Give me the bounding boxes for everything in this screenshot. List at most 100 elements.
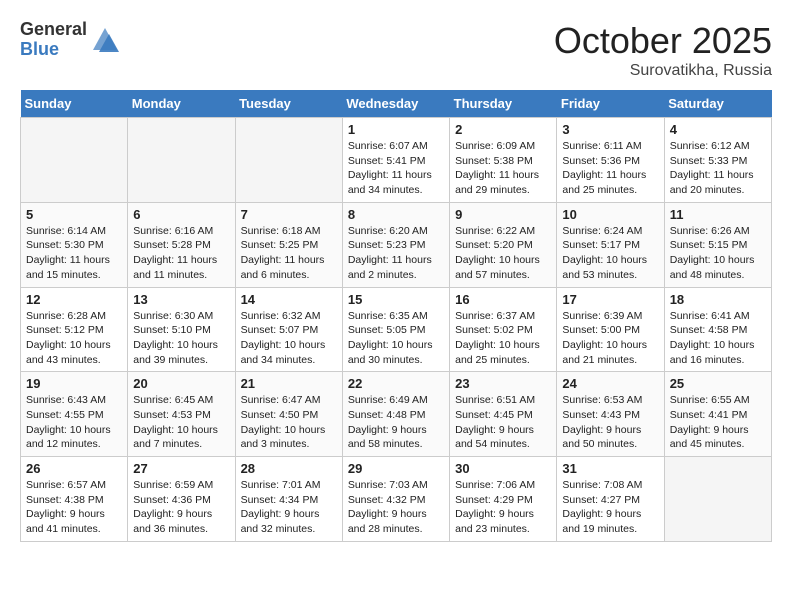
day-info: Sunrise: 6:45 AMSunset: 4:53 PMDaylight:…	[133, 393, 229, 452]
day-info: Sunrise: 6:49 AMSunset: 4:48 PMDaylight:…	[348, 393, 444, 452]
calendar-cell: 21 Sunrise: 6:47 AMSunset: 4:50 PMDayligh…	[235, 372, 342, 457]
calendar-cell: 7 Sunrise: 6:18 AMSunset: 5:25 PMDaylight…	[235, 202, 342, 287]
calendar-week-row: 12Sunrise: 6:28 AMSunset: 5:12 PMDayligh…	[21, 287, 772, 372]
day-number: 15	[348, 292, 444, 307]
weekday-header-sunday: Sunday	[21, 90, 128, 118]
calendar-cell: 8Sunrise: 6:20 AMSunset: 5:23 PMDaylight…	[342, 202, 449, 287]
calendar-cell	[128, 118, 235, 203]
day-info: Sunrise: 6:55 AMSunset: 4:41 PMDaylight:…	[670, 393, 766, 452]
weekday-header-saturday: Saturday	[664, 90, 771, 118]
day-info: Sunrise: 6:26 AMSunset: 5:15 PMDaylight:…	[670, 224, 766, 283]
day-info: Sunrise: 6:32 AMSunset: 5:07 PMDaylight:…	[241, 309, 337, 368]
calendar-cell: 12Sunrise: 6:28 AMSunset: 5:12 PMDayligh…	[21, 287, 128, 372]
day-info: Sunrise: 6:41 AMSunset: 4:58 PMDaylight:…	[670, 309, 766, 368]
weekday-header-friday: Friday	[557, 90, 664, 118]
calendar-cell: 25 Sunrise: 6:55 AMSunset: 4:41 PMDayligh…	[664, 372, 771, 457]
day-number: 25	[670, 376, 766, 391]
weekday-header-wednesday: Wednesday	[342, 90, 449, 118]
calendar-cell: 11Sunrise: 6:26 AMSunset: 5:15 PMDayligh…	[664, 202, 771, 287]
calendar-cell: 31Sunrise: 7:08 AMSunset: 4:27 PMDayligh…	[557, 457, 664, 542]
day-number: 10	[562, 207, 658, 222]
day-number: 3	[562, 122, 658, 137]
logo: General Blue	[20, 20, 119, 60]
calendar-cell: 5 Sunrise: 6:14 AMSunset: 5:30 PMDaylight…	[21, 202, 128, 287]
calendar-cell: 24Sunrise: 6:53 AMSunset: 4:43 PMDayligh…	[557, 372, 664, 457]
month-title: October 2025	[554, 20, 772, 62]
calendar-week-row: 19Sunrise: 6:43 AMSunset: 4:55 PMDayligh…	[21, 372, 772, 457]
calendar-cell: 28 Sunrise: 7:01 AMSunset: 4:34 PMDayligh…	[235, 457, 342, 542]
day-number: 26	[26, 461, 122, 476]
day-info: Sunrise: 6:12 AMSunset: 5:33 PMDaylight:…	[670, 139, 766, 198]
day-info: Sunrise: 6:30 AMSunset: 5:10 PMDaylight:…	[133, 309, 229, 368]
day-info: Sunrise: 6:11 AMSunset: 5:36 PMDaylight:…	[562, 139, 658, 198]
day-info: Sunrise: 6:16 AMSunset: 5:28 PMDaylight:…	[133, 224, 229, 283]
day-number: 16	[455, 292, 551, 307]
calendar-week-row: 1 Sunrise: 6:07 AMSunset: 5:41 PMDaylight…	[21, 118, 772, 203]
day-info: Sunrise: 7:06 AMSunset: 4:29 PMDaylight:…	[455, 478, 551, 537]
calendar-cell	[235, 118, 342, 203]
day-number: 7	[241, 207, 337, 222]
calendar-table: SundayMondayTuesdayWednesdayThursdayFrid…	[20, 90, 772, 542]
calendar-cell: 16Sunrise: 6:37 AMSunset: 5:02 PMDayligh…	[450, 287, 557, 372]
day-number: 1	[348, 122, 444, 137]
day-info: Sunrise: 6:24 AMSunset: 5:17 PMDaylight:…	[562, 224, 658, 283]
day-info: Sunrise: 6:20 AMSunset: 5:23 PMDaylight:…	[348, 224, 444, 283]
calendar-cell: 14 Sunrise: 6:32 AMSunset: 5:07 PMDayligh…	[235, 287, 342, 372]
day-number: 20	[133, 376, 229, 391]
day-number: 2	[455, 122, 551, 137]
calendar-cell: 13 Sunrise: 6:30 AMSunset: 5:10 PMDayligh…	[128, 287, 235, 372]
calendar-cell: 15 Sunrise: 6:35 AMSunset: 5:05 PMDayligh…	[342, 287, 449, 372]
calendar-cell: 2 Sunrise: 6:09 AMSunset: 5:38 PMDaylight…	[450, 118, 557, 203]
logo-general: General	[20, 20, 87, 40]
day-number: 24	[562, 376, 658, 391]
calendar-cell: 22 Sunrise: 6:49 AMSunset: 4:48 PMDayligh…	[342, 372, 449, 457]
day-number: 28	[241, 461, 337, 476]
day-number: 23	[455, 376, 551, 391]
day-number: 29	[348, 461, 444, 476]
day-info: Sunrise: 6:59 AMSunset: 4:36 PMDaylight:…	[133, 478, 229, 537]
calendar-cell: 17 Sunrise: 6:39 AMSunset: 5:00 PMDayligh…	[557, 287, 664, 372]
calendar-cell: 27Sunrise: 6:59 AMSunset: 4:36 PMDayligh…	[128, 457, 235, 542]
day-number: 30	[455, 461, 551, 476]
subtitle: Surovatikha, Russia	[554, 62, 772, 80]
day-info: Sunrise: 7:08 AMSunset: 4:27 PMDaylight:…	[562, 478, 658, 537]
day-info: Sunrise: 7:01 AMSunset: 4:34 PMDaylight:…	[241, 478, 337, 537]
day-number: 14	[241, 292, 337, 307]
day-number: 22	[348, 376, 444, 391]
day-info: Sunrise: 6:14 AMSunset: 5:30 PMDaylight:…	[26, 224, 122, 283]
page-header: General Blue October 2025 Surovatikha, R…	[20, 20, 772, 80]
calendar-cell: 23Sunrise: 6:51 AMSunset: 4:45 PMDayligh…	[450, 372, 557, 457]
calendar-cell: 19Sunrise: 6:43 AMSunset: 4:55 PMDayligh…	[21, 372, 128, 457]
day-number: 9	[455, 207, 551, 222]
day-number: 13	[133, 292, 229, 307]
day-info: Sunrise: 6:47 AMSunset: 4:50 PMDaylight:…	[241, 393, 337, 452]
day-number: 5	[26, 207, 122, 222]
calendar-week-row: 26 Sunrise: 6:57 AMSunset: 4:38 PMDayligh…	[21, 457, 772, 542]
weekday-header-row: SundayMondayTuesdayWednesdayThursdayFrid…	[21, 90, 772, 118]
calendar-cell: 26 Sunrise: 6:57 AMSunset: 4:38 PMDayligh…	[21, 457, 128, 542]
calendar-week-row: 5 Sunrise: 6:14 AMSunset: 5:30 PMDaylight…	[21, 202, 772, 287]
day-number: 4	[670, 122, 766, 137]
logo-blue: Blue	[20, 40, 87, 60]
title-block: October 2025 Surovatikha, Russia	[554, 20, 772, 80]
calendar-cell: 3 Sunrise: 6:11 AMSunset: 5:36 PMDaylight…	[557, 118, 664, 203]
day-number: 21	[241, 376, 337, 391]
day-number: 17	[562, 292, 658, 307]
day-info: Sunrise: 6:35 AMSunset: 5:05 PMDaylight:…	[348, 309, 444, 368]
day-number: 6	[133, 207, 229, 222]
calendar-cell: 18 Sunrise: 6:41 AMSunset: 4:58 PMDayligh…	[664, 287, 771, 372]
day-info: Sunrise: 6:07 AMSunset: 5:41 PMDaylight:…	[348, 139, 444, 198]
weekday-header-thursday: Thursday	[450, 90, 557, 118]
day-info: Sunrise: 6:22 AMSunset: 5:20 PMDaylight:…	[455, 224, 551, 283]
day-info: Sunrise: 7:03 AMSunset: 4:32 PMDaylight:…	[348, 478, 444, 537]
day-info: Sunrise: 6:57 AMSunset: 4:38 PMDaylight:…	[26, 478, 122, 537]
day-info: Sunrise: 6:18 AMSunset: 5:25 PMDaylight:…	[241, 224, 337, 283]
day-number: 18	[670, 292, 766, 307]
calendar-cell: 1 Sunrise: 6:07 AMSunset: 5:41 PMDaylight…	[342, 118, 449, 203]
calendar-cell: 4 Sunrise: 6:12 AMSunset: 5:33 PMDaylight…	[664, 118, 771, 203]
day-info: Sunrise: 6:09 AMSunset: 5:38 PMDaylight:…	[455, 139, 551, 198]
calendar-cell: 29 Sunrise: 7:03 AMSunset: 4:32 PMDayligh…	[342, 457, 449, 542]
day-info: Sunrise: 6:39 AMSunset: 5:00 PMDaylight:…	[562, 309, 658, 368]
day-number: 19	[26, 376, 122, 391]
calendar-cell: 9 Sunrise: 6:22 AMSunset: 5:20 PMDaylight…	[450, 202, 557, 287]
